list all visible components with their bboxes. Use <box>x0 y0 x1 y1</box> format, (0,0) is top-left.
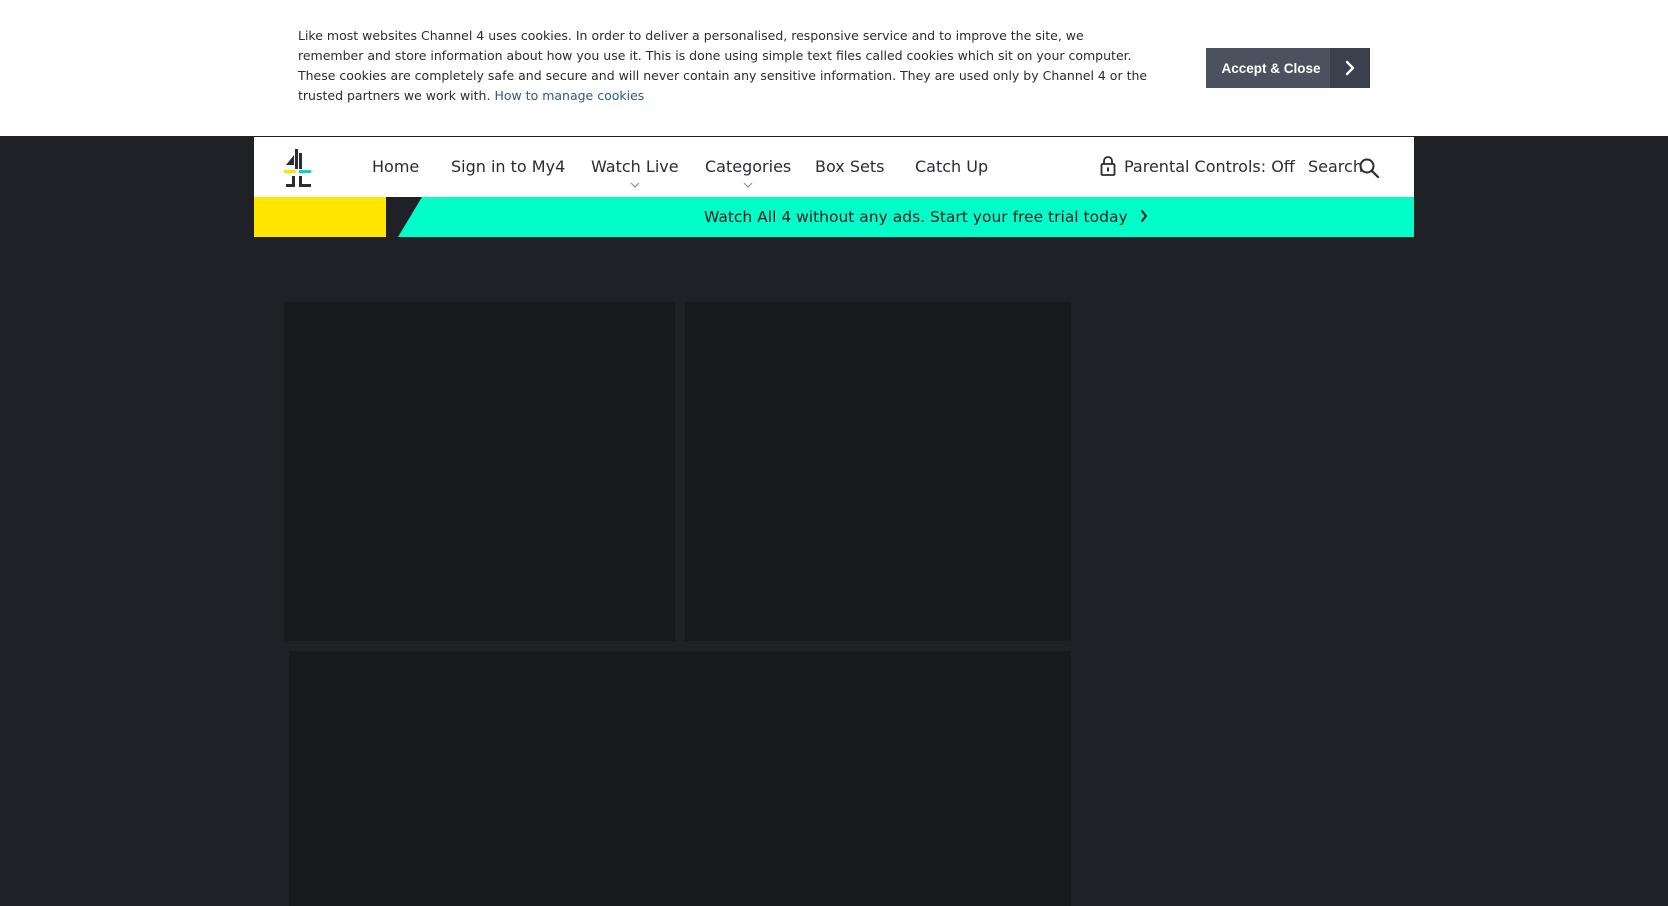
cookie-banner: Like most websites Channel 4 uses cookie… <box>0 0 1668 136</box>
search-button-label[interactable]: Search <box>1308 137 1363 197</box>
cookie-text: Like most websites Channel 4 uses cookie… <box>298 28 1148 103</box>
nav-categories-label: Categories <box>705 157 792 176</box>
ad-free-promo-banner: Watch All 4 without any ads. Start your … <box>254 197 1414 237</box>
content-tile[interactable] <box>289 651 1071 906</box>
promo-text: Watch All 4 without any ads. Start your … <box>704 208 1128 226</box>
manage-cookies-link[interactable]: How to manage cookies <box>494 88 644 103</box>
nav-catch-up[interactable]: Catch Up <box>915 137 988 197</box>
content-tile[interactable] <box>284 302 675 641</box>
nav-box-sets[interactable]: Box Sets <box>815 137 884 197</box>
cookie-message: Like most websites Channel 4 uses cookie… <box>298 26 1148 106</box>
chevron-down-icon <box>743 182 753 188</box>
accept-close-label: Accept & Close <box>1221 60 1321 76</box>
accept-close-button[interactable]: Accept & Close <box>1206 48 1370 88</box>
channel4-logo[interactable] <box>282 147 314 189</box>
chevron-right-icon <box>1330 48 1370 88</box>
promo-dark-slant <box>386 197 422 237</box>
search-icon[interactable] <box>1358 157 1380 179</box>
chevron-down-icon <box>630 182 640 188</box>
promo-yellow-block <box>254 197 386 237</box>
content-tile[interactable] <box>685 302 1071 641</box>
promo-link[interactable]: Watch All 4 without any ads. Start your … <box>704 197 1149 237</box>
nav-categories[interactable]: Categories <box>705 137 791 197</box>
chevron-right-icon <box>1140 210 1147 222</box>
nav-watch-live[interactable]: Watch Live <box>591 137 679 197</box>
main-navigation: Home Sign in to My4 Watch Live Categorie… <box>254 137 1414 197</box>
lock-icon <box>1100 156 1116 176</box>
nav-home[interactable]: Home <box>372 137 419 197</box>
nav-sign-in-my4[interactable]: Sign in to My4 <box>451 137 565 197</box>
nav-watch-live-label: Watch Live <box>591 157 679 176</box>
parental-controls-toggle[interactable]: Parental Controls: Off <box>1124 137 1295 197</box>
